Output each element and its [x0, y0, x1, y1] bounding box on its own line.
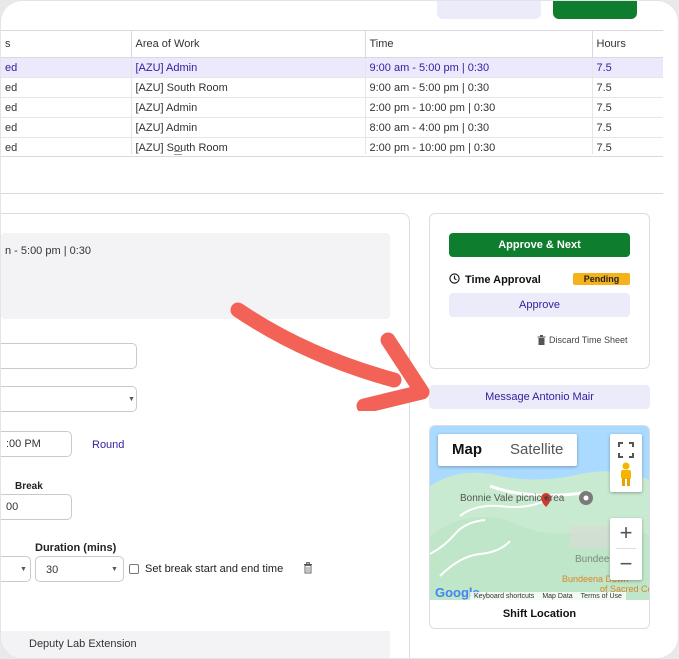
text-input[interactable]	[1, 343, 137, 369]
cell-time: 9:00 am - 5:00 pm | 0:30	[364, 57, 592, 78]
cell-hours: 7.5	[591, 97, 663, 118]
place-label: Bonnie Vale picnic area	[460, 493, 565, 504]
divider	[1, 193, 663, 194]
set-break-checkbox[interactable]	[129, 564, 139, 574]
tab-map[interactable]: Map	[438, 434, 496, 466]
table-row[interactable]: ed [AZU] Admin 9:00 am - 5:00 pm | 0:30 …	[1, 57, 663, 78]
chevron-down-icon: ▼	[20, 566, 27, 573]
area-select[interactable]	[1, 386, 137, 412]
duration-label: Duration (mins)	[35, 542, 117, 554]
table-header-row: s Area of Work Time Hours	[1, 30, 663, 58]
cell-status: ed	[1, 77, 131, 98]
fullscreen-icon[interactable]	[616, 440, 636, 460]
cell-status: ed	[1, 97, 131, 118]
cell-time: 9:00 am - 5:00 pm | 0:30	[364, 77, 592, 98]
set-break-label: Set break start and end time	[145, 563, 284, 575]
break-input[interactable]: 00	[1, 494, 72, 520]
round-link[interactable]: Round	[92, 439, 124, 451]
clock-icon	[449, 273, 460, 284]
trash-icon[interactable]	[537, 335, 546, 345]
timesheet-table-container: s Area of Work Time Hours ed [AZU] Admin…	[1, 30, 663, 154]
discard-timesheet-link[interactable]: Discard Time Sheet	[549, 335, 628, 345]
cell-area: [AZU] Admin	[130, 57, 365, 78]
table-row[interactable]: ed [AZU] Admin 8:00 am - 4:00 pm | 0:30 …	[1, 117, 663, 138]
shift-time-summary: n - 5:00 pm | 0:30	[5, 245, 92, 257]
annotation-arrow-icon	[230, 302, 430, 411]
toolbar-primary-button[interactable]	[553, 1, 637, 19]
tab-satellite[interactable]: Satellite	[496, 434, 577, 466]
table-row[interactable]: ed [AZU] Admin 2:00 pm - 10:00 pm | 0:30…	[1, 97, 663, 118]
toolbar-secondary-button[interactable]	[437, 1, 541, 19]
app-window: s Area of Work Time Hours ed [AZU] Admin…	[0, 0, 679, 659]
divider	[616, 548, 636, 549]
timesheet-table: s Area of Work Time Hours ed [AZU] Admin…	[1, 30, 663, 154]
cell-hours: 7.5	[591, 57, 663, 78]
chevron-down-icon: ▼	[111, 566, 118, 573]
cell-area: [AZU] Admin	[130, 117, 365, 138]
column-header-status[interactable]: s	[1, 30, 131, 58]
zoom-out-icon[interactable]: −	[610, 550, 642, 580]
cell-hours: 7.5	[591, 117, 663, 138]
approve-next-button[interactable]: Approve & Next	[449, 233, 630, 257]
cell-area: [AZU] Admin	[130, 97, 365, 118]
table-row[interactable]: ed [AZU] South Room 9:00 am - 5:00 pm | …	[1, 77, 663, 98]
message-employee-button[interactable]: Message Antonio Mair	[429, 385, 650, 409]
approve-button[interactable]: Approve	[449, 293, 630, 317]
chevron-down-icon: ▼	[128, 396, 135, 403]
table-resize-handle[interactable]	[1, 151, 663, 157]
cell-time: 2:00 pm - 10:00 pm | 0:30	[364, 97, 592, 118]
grip-icon	[174, 151, 182, 155]
time-approval-label: Time Approval	[465, 274, 541, 286]
cell-time: 8:00 am - 4:00 pm | 0:30	[364, 117, 592, 138]
column-header-hours[interactable]: Hours	[591, 30, 663, 58]
cell-hours: 7.5	[591, 77, 663, 98]
map-type-control: Map Satellite	[438, 434, 578, 466]
cell-status: ed	[1, 57, 131, 78]
shift-location-label: Shift Location	[430, 600, 649, 628]
break-label: Break	[15, 481, 43, 492]
zoom-in-icon[interactable]: +	[610, 518, 642, 548]
cell-area: [AZU] South Room	[130, 77, 365, 98]
end-time-input[interactable]: :00 PM	[1, 431, 72, 457]
trash-icon[interactable]	[303, 562, 313, 574]
column-header-time[interactable]: Time	[364, 30, 592, 58]
status-badge: Pending	[573, 273, 630, 285]
pegman-icon[interactable]	[618, 462, 634, 488]
column-header-area[interactable]: Area of Work	[130, 30, 365, 58]
extension-label: Deputy Lab Extension	[29, 638, 137, 650]
map-card: Bonnie Vale picnic area Bundeena Bundeen…	[429, 425, 650, 629]
cell-status: ed	[1, 117, 131, 138]
